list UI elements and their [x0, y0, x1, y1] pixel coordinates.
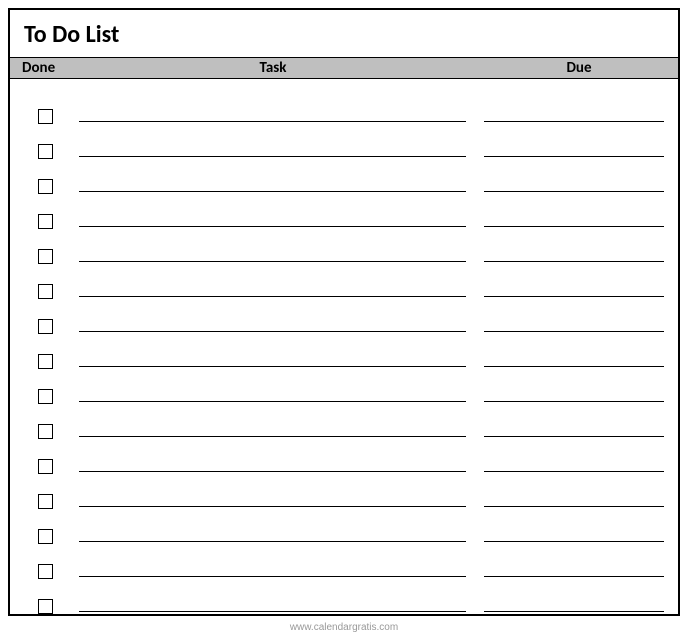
- list-row: [24, 441, 664, 476]
- list-row: [24, 511, 664, 546]
- task-field[interactable]: [79, 576, 466, 577]
- due-field[interactable]: [484, 436, 664, 437]
- due-field[interactable]: [484, 401, 664, 402]
- list-row: [24, 546, 664, 581]
- done-checkbox[interactable]: [38, 249, 53, 264]
- list-row: [24, 266, 664, 301]
- done-checkbox[interactable]: [38, 284, 53, 299]
- list-row: [24, 406, 664, 441]
- task-field[interactable]: [79, 121, 466, 122]
- done-checkbox[interactable]: [38, 459, 53, 474]
- due-field[interactable]: [484, 541, 664, 542]
- due-field[interactable]: [484, 121, 664, 122]
- due-field[interactable]: [484, 366, 664, 367]
- list-row: [24, 161, 664, 196]
- done-checkbox[interactable]: [38, 179, 53, 194]
- page-title: To Do List: [10, 10, 678, 57]
- list-row: [24, 126, 664, 161]
- task-field[interactable]: [79, 156, 466, 157]
- done-checkbox[interactable]: [38, 144, 53, 159]
- rows-container: [10, 79, 678, 616]
- done-checkbox[interactable]: [38, 319, 53, 334]
- list-row: [24, 196, 664, 231]
- due-field[interactable]: [484, 576, 664, 577]
- column-header-due: Due: [480, 59, 678, 77]
- task-field[interactable]: [79, 191, 466, 192]
- task-field[interactable]: [79, 436, 466, 437]
- done-checkbox[interactable]: [38, 529, 53, 544]
- done-checkbox[interactable]: [38, 599, 53, 614]
- column-header-done: Done: [10, 59, 66, 77]
- task-field[interactable]: [79, 471, 466, 472]
- header-row: Done Task Due: [10, 57, 678, 79]
- task-field[interactable]: [79, 366, 466, 367]
- done-checkbox[interactable]: [38, 564, 53, 579]
- due-field[interactable]: [484, 156, 664, 157]
- footer-text: www.calendargratis.com: [8, 622, 680, 633]
- task-field[interactable]: [79, 331, 466, 332]
- list-row: [24, 231, 664, 266]
- done-checkbox[interactable]: [38, 214, 53, 229]
- due-field[interactable]: [484, 191, 664, 192]
- done-checkbox[interactable]: [38, 389, 53, 404]
- due-field[interactable]: [484, 331, 664, 332]
- list-row: [24, 301, 664, 336]
- due-field[interactable]: [484, 506, 664, 507]
- list-row: [24, 476, 664, 511]
- column-header-task: Task: [66, 59, 480, 77]
- list-row: [24, 371, 664, 406]
- list-row: [24, 336, 664, 371]
- due-field[interactable]: [484, 611, 664, 612]
- task-field[interactable]: [79, 261, 466, 262]
- task-field[interactable]: [79, 611, 466, 612]
- due-field[interactable]: [484, 261, 664, 262]
- task-field[interactable]: [79, 296, 466, 297]
- done-checkbox[interactable]: [38, 424, 53, 439]
- task-field[interactable]: [79, 401, 466, 402]
- done-checkbox[interactable]: [38, 354, 53, 369]
- done-checkbox[interactable]: [38, 109, 53, 124]
- due-field[interactable]: [484, 226, 664, 227]
- done-checkbox[interactable]: [38, 494, 53, 509]
- todo-list-page: To Do List Done Task Due: [8, 8, 680, 616]
- task-field[interactable]: [79, 541, 466, 542]
- list-row: [24, 581, 664, 616]
- due-field[interactable]: [484, 471, 664, 472]
- list-row: [24, 91, 664, 126]
- task-field[interactable]: [79, 226, 466, 227]
- due-field[interactable]: [484, 296, 664, 297]
- task-field[interactable]: [79, 506, 466, 507]
